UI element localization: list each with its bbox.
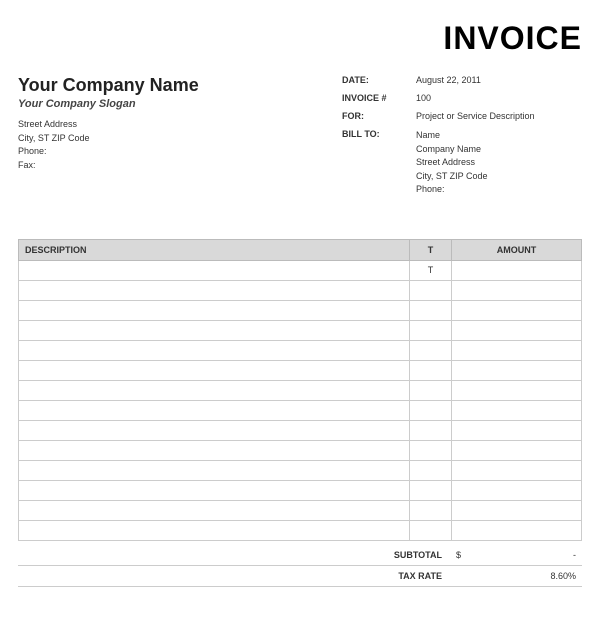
cell-t — [410, 320, 452, 340]
header-description: DESCRIPTION — [19, 239, 410, 260]
table-header-row: DESCRIPTION T AMOUNT — [19, 239, 582, 260]
cell-description — [19, 260, 410, 280]
from-address-block: Street Address City, ST ZIP Code Phone: … — [18, 118, 342, 172]
cell-t — [410, 420, 452, 440]
cell-description — [19, 280, 410, 300]
cell-amount — [452, 400, 582, 420]
cell-description — [19, 480, 410, 500]
cell-t — [410, 280, 452, 300]
cell-description — [19, 520, 410, 540]
table-row — [19, 520, 582, 540]
taxrate-row: TAX RATE 8.60% — [18, 566, 582, 587]
billto-block: Name Company Name Street Address City, S… — [416, 129, 582, 197]
from-street: Street Address — [18, 118, 342, 132]
table-row — [19, 300, 582, 320]
from-phone-label: Phone: — [18, 145, 342, 159]
cell-t: T — [410, 260, 452, 280]
table-row — [19, 420, 582, 440]
billto-phone-label: Phone: — [416, 183, 582, 197]
table-row — [19, 460, 582, 480]
for-value: Project or Service Description — [416, 111, 582, 121]
from-fax-label: Fax: — [18, 159, 342, 173]
table-row — [19, 320, 582, 340]
billto-citystzip: City, ST ZIP Code — [416, 170, 582, 184]
table-row — [19, 440, 582, 460]
meta-date-row: DATE: August 22, 2011 — [342, 75, 582, 85]
cell-amount — [452, 500, 582, 520]
date-value: August 22, 2011 — [416, 75, 582, 85]
cell-description — [19, 400, 410, 420]
taxrate-value: 8.60% — [476, 571, 576, 581]
cell-t — [410, 440, 452, 460]
billto-street: Street Address — [416, 156, 582, 170]
for-label: FOR: — [342, 111, 408, 121]
table-row — [19, 280, 582, 300]
meta-invoice-row: INVOICE # 100 — [342, 93, 582, 103]
billto-name: Name — [416, 129, 582, 143]
company-name: Your Company Name — [18, 75, 342, 96]
subtotal-currency: $ — [456, 550, 476, 560]
cell-amount — [452, 440, 582, 460]
cell-amount — [452, 380, 582, 400]
taxrate-label: TAX RATE — [356, 571, 456, 581]
header-amount: AMOUNT — [452, 239, 582, 260]
cell-description — [19, 500, 410, 520]
cell-t — [410, 460, 452, 480]
invoice-num-value: 100 — [416, 93, 582, 103]
cell-amount — [452, 260, 582, 280]
cell-amount — [452, 420, 582, 440]
cell-t — [410, 400, 452, 420]
from-citystzip: City, ST ZIP Code — [18, 132, 342, 146]
billto-label: BILL TO: — [342, 129, 408, 197]
meta-billto-row: BILL TO: Name Company Name Street Addres… — [342, 129, 582, 197]
table-row — [19, 340, 582, 360]
subtotal-row: SUBTOTAL $ - — [18, 545, 582, 566]
header-row: Your Company Name Your Company Slogan St… — [18, 75, 582, 197]
table-row: T — [19, 260, 582, 280]
header-t: T — [410, 239, 452, 260]
cell-amount — [452, 360, 582, 380]
cell-description — [19, 420, 410, 440]
invoice-table: DESCRIPTION T AMOUNT T — [18, 239, 582, 541]
billto-company: Company Name — [416, 143, 582, 157]
cell-t — [410, 300, 452, 320]
cell-amount — [452, 340, 582, 360]
cell-description — [19, 320, 410, 340]
meta-for-row: FOR: Project or Service Description — [342, 111, 582, 121]
cell-description — [19, 360, 410, 380]
cell-t — [410, 360, 452, 380]
table-row — [19, 380, 582, 400]
subtotal-value: - — [476, 550, 576, 560]
cell-amount — [452, 280, 582, 300]
invoice-num-label: INVOICE # — [342, 93, 408, 103]
cell-description — [19, 340, 410, 360]
date-label: DATE: — [342, 75, 408, 85]
meta-block: DATE: August 22, 2011 INVOICE # 100 FOR:… — [342, 75, 582, 197]
cell-t — [410, 480, 452, 500]
invoice-title: INVOICE — [18, 20, 582, 57]
cell-t — [410, 500, 452, 520]
subtotal-label: SUBTOTAL — [356, 550, 456, 560]
totals-block: SUBTOTAL $ - TAX RATE 8.60% — [18, 545, 582, 587]
cell-description — [19, 460, 410, 480]
table-row — [19, 360, 582, 380]
cell-description — [19, 380, 410, 400]
cell-t — [410, 380, 452, 400]
cell-description — [19, 300, 410, 320]
cell-amount — [452, 520, 582, 540]
company-slogan: Your Company Slogan — [18, 98, 342, 110]
table-row — [19, 480, 582, 500]
cell-amount — [452, 480, 582, 500]
company-block: Your Company Name Your Company Slogan St… — [18, 75, 342, 197]
cell-amount — [452, 460, 582, 480]
table-row — [19, 400, 582, 420]
table-row — [19, 500, 582, 520]
cell-amount — [452, 300, 582, 320]
cell-t — [410, 340, 452, 360]
cell-t — [410, 520, 452, 540]
cell-description — [19, 440, 410, 460]
cell-amount — [452, 320, 582, 340]
